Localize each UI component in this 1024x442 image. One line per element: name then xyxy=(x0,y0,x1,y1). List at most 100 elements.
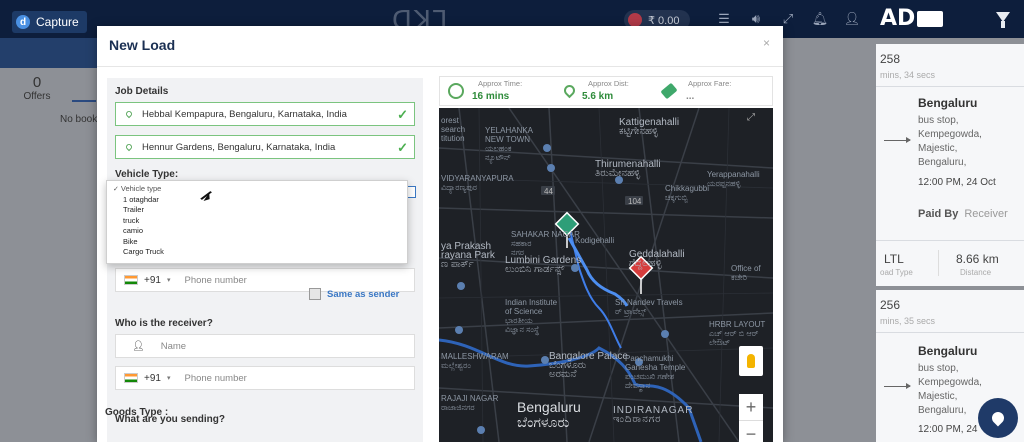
map-label-sahakar-nagar: SAHAKAR NAGAR ಸಹಕಾರ ನಗರ xyxy=(511,230,580,257)
user-icon[interactable]: 👤︎ xyxy=(840,11,864,27)
checkbox-icon[interactable] xyxy=(309,288,321,300)
booking-card[interactable]: 258 mins, 34 secs Bengaluru bus stop, Ke… xyxy=(876,44,1024,286)
destination-city: Bengaluru xyxy=(918,344,978,358)
expand-icon[interactable]: ⤢ xyxy=(776,11,800,27)
vehicle-option[interactable]: ✓ Vehicle type xyxy=(107,184,407,195)
modal-title: New Load xyxy=(109,37,176,53)
bell-icon[interactable]: 🔔︎ xyxy=(808,11,832,27)
map-label-indiranagar: INDIRANAGAR ಇಂದಿರಾನಗರ xyxy=(613,405,694,425)
vehicle-option[interactable]: Cargo Truck xyxy=(107,247,407,258)
vehicle-type-dropdown[interactable]: ✓ Vehicle type 1 otaghdar Trailer truck c… xyxy=(106,180,408,264)
poi-dot xyxy=(547,164,555,172)
vehicle-option[interactable]: camio xyxy=(107,226,407,237)
dropoff-location-value: Hennur Gardens, Bengaluru, Karnataka, In… xyxy=(142,141,336,153)
chevron-down-icon: ▾ xyxy=(166,375,171,382)
distance-label: Approx Dist: xyxy=(588,79,629,88)
receiver-name-placeholder: Name xyxy=(160,340,187,352)
arrow-right-icon xyxy=(884,383,911,389)
poi-dot xyxy=(541,356,549,364)
receiver-name-input[interactable]: 👤︎ Name xyxy=(115,334,415,358)
goods-type-label: Goods Type : xyxy=(105,407,169,418)
load-type-value: LTL xyxy=(884,252,904,266)
map-label-malleshwaram: MALLESHWARAM ಮಲ್ಲೇಶ್ವರಂ xyxy=(441,352,509,370)
truck-logo-icon xyxy=(917,11,944,27)
active-tab-underline xyxy=(72,100,96,102)
map-label-bengaluru: Bengaluru ಬೆಂಗಳೂರು xyxy=(517,399,581,430)
vehicle-option[interactable]: truck xyxy=(107,216,407,227)
destination-address: bus stop, Kempegowda, Majestic, Bengalur… xyxy=(918,115,982,168)
road-number-44: 44 xyxy=(544,187,553,196)
ad-logo: AD xyxy=(880,6,944,31)
time-value: 16 mins xyxy=(472,91,510,102)
map-label-kattigenahalli: Kattigenahalli ಕಟ್ಟಿಗೇನಹಳ್ಳಿ xyxy=(619,117,680,137)
check-icon: ✓ xyxy=(397,140,408,155)
poi-dot xyxy=(457,282,465,290)
country-code[interactable]: +91 xyxy=(144,373,161,384)
map-label-bangalore-palace: Bangalore Palace ಬೆಂಗಳೂರು ಅರಮನೆ xyxy=(549,351,628,380)
map-label-panchamukhi-temple: Panchamukhi Ganesha Temple ಪಂಚಮುಖಿ ಗಣೇಶ … xyxy=(625,354,686,390)
divider xyxy=(876,240,1024,241)
pickup-time: 12:00 PM, 24 xyxy=(918,424,978,435)
top-icons: ☰ 🔊︎ ⤢ 🔔︎ 👤︎ xyxy=(712,11,872,27)
zoom-out-button[interactable]: − xyxy=(739,420,763,442)
capture-button[interactable]: d Capture xyxy=(12,11,87,33)
map-label-yelahanka: YELAHANKA NEW TOWN ಯಲಹಂಕ ನ್ಯೂಟೌನ್ xyxy=(485,126,534,162)
vehicle-option[interactable]: Trailer xyxy=(107,205,407,216)
time-label: Approx Time: xyxy=(478,79,523,88)
chevron-down-icon: ▾ xyxy=(166,277,171,284)
map-label-lumbini-gardens: Lumbini Gardens ಲುಂಬಿನಿ ಗಾರ್ಡನ್ಸ್ xyxy=(505,255,582,275)
capture-logo-icon: d xyxy=(16,15,30,29)
same-as-sender-checkbox[interactable]: Same as sender xyxy=(309,288,399,300)
location-pin-icon xyxy=(989,409,1007,427)
poi-dot xyxy=(455,326,463,334)
fare-label: Approx Fare: xyxy=(688,79,732,88)
street-view-pegman-button[interactable] xyxy=(739,346,763,376)
map-pin-icon xyxy=(124,109,134,119)
booking-elapsed: mins, 34 secs xyxy=(880,70,936,80)
booking-elapsed: mins, 35 secs xyxy=(880,316,936,326)
map-label-kodigehalli: Kodigehalli xyxy=(575,236,615,245)
vehicle-type-label: Vehicle Type: xyxy=(115,169,179,180)
divider xyxy=(876,86,1024,87)
divider xyxy=(97,66,783,67)
offers-count: 0 xyxy=(32,74,42,91)
vehicle-option[interactable]: 1 otaghdar xyxy=(107,195,407,206)
route-stats: Approx Time: 16 mins Approx Dist: 5.6 km… xyxy=(439,76,773,106)
india-flag-icon xyxy=(124,373,138,383)
booking-id: 258 xyxy=(880,52,901,66)
receiver-phone-input[interactable]: +91 ▾ Phone number xyxy=(115,366,415,390)
filter-icon[interactable] xyxy=(996,12,1010,28)
map-label-sri-nandev-travels: Sri Nandev Travels ರ್ ಟ್ರಾವೆಲ್ಸ್ xyxy=(615,298,683,316)
location-fab-button[interactable] xyxy=(978,398,1018,438)
offers-tab[interactable]: 0 Offers xyxy=(10,74,64,102)
pickup-time: 12:00 PM, 24 Oct xyxy=(918,177,996,188)
poi-dot xyxy=(477,426,485,434)
close-button[interactable]: × xyxy=(763,36,770,50)
wallet-coin-icon xyxy=(628,13,642,27)
road xyxy=(439,207,773,219)
pegman-icon xyxy=(747,354,755,368)
pickup-location-value: Hebbal Kempapura, Bengaluru, Karnataka, … xyxy=(142,108,347,120)
map-label-geddalahalli: Geddalahalli ಗೆದ್ದಲಹಳ್ಳಿ xyxy=(629,249,685,269)
dropoff-location-input[interactable]: Hennur Gardens, Bengaluru, Karnataka, In… xyxy=(115,135,415,159)
zoom-in-button[interactable]: + xyxy=(739,394,763,420)
fare-value: ... xyxy=(686,91,695,102)
country-code[interactable]: +91 xyxy=(144,275,161,286)
distance-value: 8.66 km xyxy=(956,252,999,266)
route-map[interactable]: ⤢ orest search titution YELAHANKA NEW TO… xyxy=(439,108,773,442)
person-icon: 👤︎ xyxy=(132,340,145,352)
vehicle-option[interactable]: Bike xyxy=(107,237,407,248)
destination-city: Bengaluru xyxy=(918,96,978,110)
check-icon: ✓ xyxy=(113,186,119,193)
paid-by: Paid By Receiver xyxy=(918,208,1008,220)
distance-value: 5.6 km xyxy=(582,91,614,102)
arrow-right-icon xyxy=(884,137,911,143)
pin-icon xyxy=(561,82,578,99)
list-icon[interactable]: ☰ xyxy=(712,11,736,27)
fullscreen-icon[interactable]: ⤢ xyxy=(739,112,763,123)
pickup-location-input[interactable]: Hebbal Kempapura, Bengaluru, Karnataka, … xyxy=(115,102,415,126)
map-label-iisc: Indian Institute of Science ಭಾರತೀಯ ವಿಜ್ಞ… xyxy=(505,298,558,334)
wallet-amount: ₹ 0.00 xyxy=(648,14,680,27)
volume-icon[interactable]: 🔊︎ xyxy=(744,11,768,27)
divider xyxy=(876,332,1024,333)
